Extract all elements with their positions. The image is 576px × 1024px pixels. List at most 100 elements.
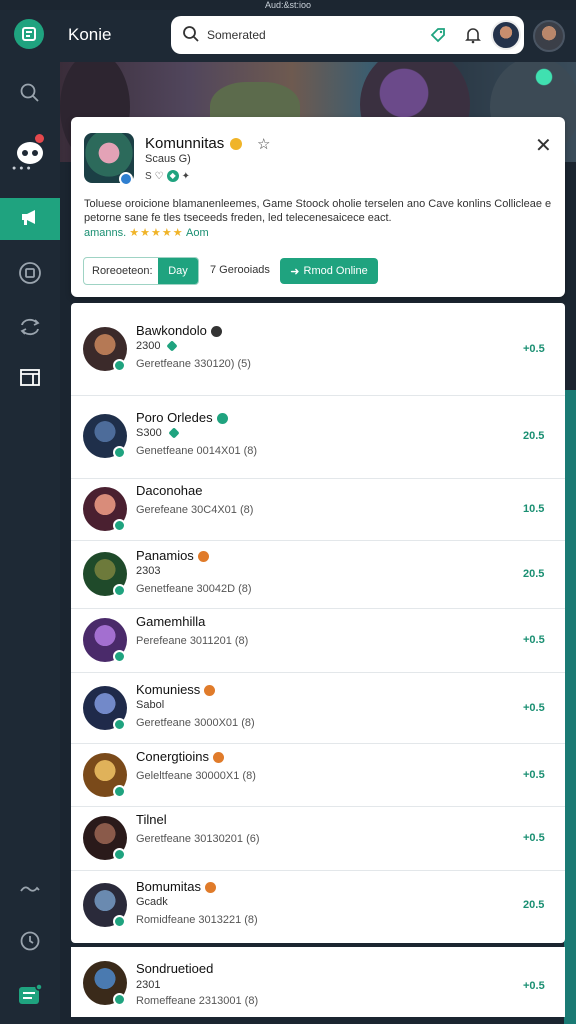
join-button[interactable]: ➜ Rmod Online	[280, 258, 378, 284]
online-status-icon	[113, 519, 126, 532]
member-stat-text: S300	[136, 427, 162, 439]
list-item[interactable]: Gamemhilla Perefeane 3011201 (8) +0.5	[71, 608, 565, 670]
search-bar[interactable]: Somerated	[171, 16, 524, 54]
member-name-text: Komuniess	[136, 682, 201, 697]
list-item[interactable]: Conergtioins Geleltfeane 30000X1 (8) +0.5	[71, 743, 565, 804]
online-status-icon	[113, 446, 126, 459]
rank-badge-icon	[210, 326, 222, 338]
online-status-icon	[113, 718, 126, 731]
list-item[interactable]: Sondruetioed 2301 Romeffeane 2313001 (8)…	[71, 947, 565, 1017]
gem-icon: ◆	[166, 170, 179, 182]
member-delta: +0.5	[523, 980, 545, 992]
notification-dot	[35, 134, 44, 143]
sidebar-wave[interactable]	[0, 870, 60, 912]
member-meta: Geretfeane 30130201 (6)	[136, 833, 260, 845]
community-description: Toluese oroicione blamanenleemes, Game S…	[84, 198, 552, 224]
app-name: Konie	[68, 25, 112, 44]
member-name: Bomumitas	[136, 879, 217, 894]
rank-badge-icon	[216, 413, 228, 425]
sparkle-icon: ✦	[181, 170, 191, 182]
search-icon	[182, 25, 200, 48]
list-item[interactable]: Daconohae Gerefeane 30C4X01 (8) 10.5	[71, 478, 565, 538]
sidebar-groups[interactable]	[0, 198, 60, 240]
favorite-star-icon[interactable]: ☆	[257, 135, 270, 153]
member-name-text: Tilnel	[136, 812, 167, 827]
online-status-icon	[113, 584, 126, 597]
user-avatar[interactable]	[533, 20, 565, 52]
list-item[interactable]: Panamios 2303 Genetfeane 30042D (8) 20.5	[71, 540, 565, 606]
sidebar-library[interactable]	[0, 358, 60, 400]
library-icon	[19, 367, 41, 392]
panda-icon	[17, 142, 43, 164]
coin-icon	[230, 138, 243, 151]
member-avatar	[83, 686, 127, 731]
chat-icon	[17, 982, 43, 1012]
member-avatar	[83, 618, 127, 663]
community-stats: S ♡ ◆ ✦	[145, 170, 190, 182]
member-stat: Sabol	[136, 699, 164, 711]
member-name: Panamios	[136, 548, 209, 563]
member-name: Bawkondolo	[136, 323, 222, 338]
tag-icon[interactable]	[429, 26, 447, 49]
list-item[interactable]: Bomumitas Gcadk Romidfeane 3013221 (8) 20.5	[71, 870, 565, 937]
member-name: Gamemhilla	[136, 614, 205, 629]
sidebar-messages[interactable]	[0, 976, 60, 1018]
join-button-label: Rmod Online	[303, 265, 368, 277]
gem-icon	[166, 340, 179, 352]
member-stat: 2303	[136, 565, 160, 577]
sidebar-sync[interactable]	[0, 308, 60, 350]
online-status-icon	[113, 848, 126, 861]
app-logo-icon[interactable]	[14, 19, 44, 49]
list-item[interactable]: Tilnel Geretfeane 30130201 (6) +0.5	[71, 806, 565, 868]
member-name-text: Bomumitas	[136, 879, 202, 894]
member-stat-text: Sabol	[136, 699, 165, 711]
member-delta: 20.5	[523, 430, 545, 442]
search-icon	[19, 82, 41, 109]
rating-suffix: Aom	[186, 227, 209, 239]
range-value[interactable]: Day	[158, 258, 198, 284]
bell-icon[interactable]	[465, 26, 481, 49]
list-item[interactable]: Poro Orledes S300 Genetfeane 0014X01 (8) 20…	[71, 395, 565, 475]
close-icon[interactable]: ✕	[535, 133, 552, 158]
member-meta: Geretfeane 330120) (5)	[136, 358, 251, 370]
window-title: Aud:&st:ioo	[0, 0, 576, 10]
list-item[interactable]: Bawkondolo 2300 Geretfeane 330120) (5) +0.5	[71, 307, 565, 391]
sidebar-history[interactable]	[0, 922, 60, 964]
member-name: Sondruetioed	[136, 961, 214, 976]
heart-icon: ♡	[154, 170, 164, 182]
member-avatar	[83, 961, 127, 1006]
sidebar-stop[interactable]	[0, 254, 60, 296]
member-delta: +0.5	[523, 343, 545, 355]
member-avatar	[83, 487, 127, 532]
scroll-track[interactable]	[564, 390, 576, 1024]
member-avatar	[83, 552, 127, 597]
member-name: Daconohae	[136, 483, 203, 498]
member-name-text: Conergtioins	[136, 749, 209, 764]
member-delta: 20.5	[523, 899, 545, 911]
member-card-last[interactable]: Sondruetioed 2301 Romeffeane 2313001 (8)…	[71, 947, 565, 1017]
member-name-text: Poro Orledes	[136, 410, 213, 425]
rating-label: amanns.	[84, 227, 127, 239]
member-name-text: Daconohae	[136, 483, 203, 498]
list-item[interactable]: Komuniess Sabol Geretfeane 3000X01 (8) +0.5	[71, 672, 565, 741]
clock-icon	[19, 930, 41, 957]
member-stat: S300	[136, 427, 180, 439]
sidebar-search[interactable]	[0, 74, 60, 116]
member-stat: 2301	[136, 979, 161, 991]
rating-row: amanns. ★★★★★ Aom	[84, 226, 209, 239]
member-name: Conergtioins	[136, 749, 224, 764]
profile-avatar[interactable]	[491, 20, 521, 50]
member-name-text: Bawkondolo	[136, 323, 207, 338]
search-input[interactable]: Somerated	[207, 28, 266, 42]
top-bar: Konie Somerated	[0, 10, 576, 62]
sidebar-community[interactable]: ●●●	[0, 132, 60, 174]
member-meta: Genetfeane 0014X01 (8)	[136, 445, 258, 457]
rating-stars: ★★★★★	[129, 227, 184, 239]
community-subtitle: Scaus G)	[145, 153, 191, 165]
member-meta: Romeffeane 2313001 (8)	[136, 995, 259, 1007]
member-meta: Genetfeane 30042D (8)	[136, 583, 252, 595]
rank-badge-icon	[213, 752, 224, 764]
member-delta: +0.5	[523, 769, 545, 781]
stop-icon	[18, 261, 42, 290]
range-selector[interactable]: Roreoeteon: Day	[83, 257, 199, 285]
